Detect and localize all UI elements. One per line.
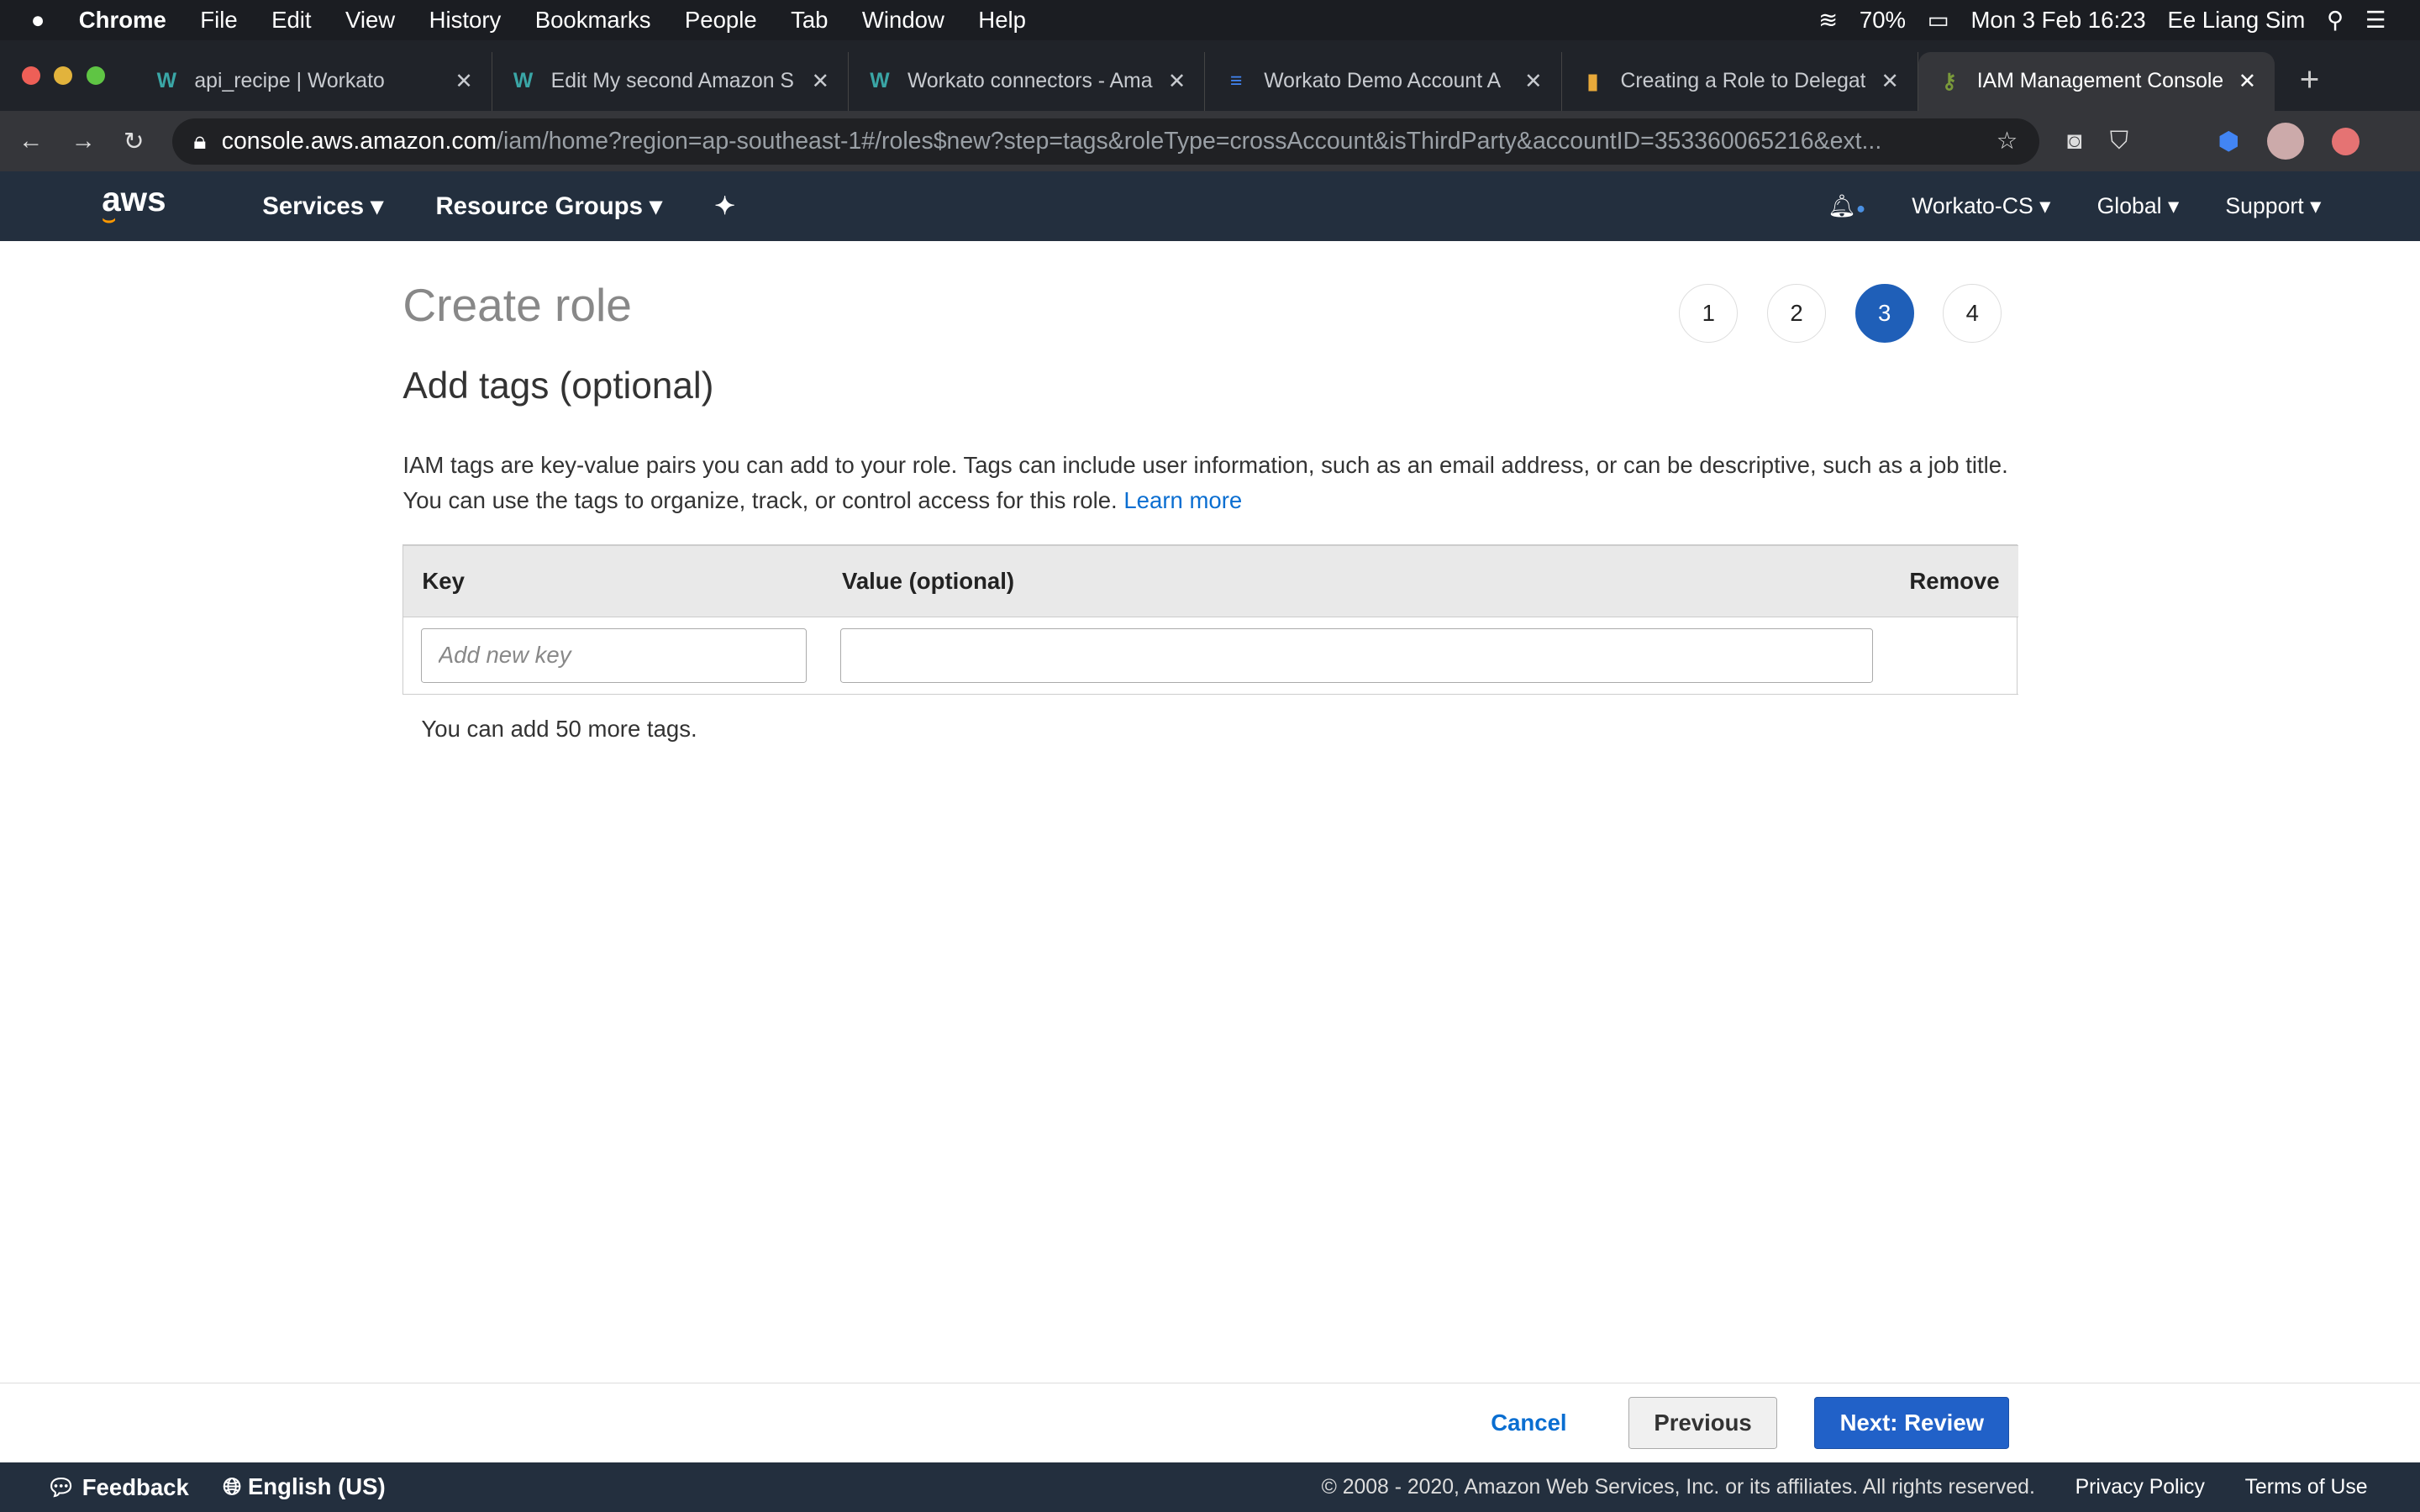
zoom-window-button[interactable] (86, 66, 105, 85)
pin-icon[interactable]: ✦ (714, 192, 735, 221)
menu-view[interactable]: View (345, 7, 395, 34)
column-key: Key (403, 545, 823, 617)
tab-strip: Wapi_recipe | Workato ✕ W Edit My second A… (0, 39, 2420, 112)
new-tab-button[interactable]: + (2300, 60, 2320, 99)
close-tab-icon[interactable]: ✕ (1168, 69, 1186, 94)
menu-app[interactable]: Chrome (79, 7, 166, 34)
remaining-tags-text: You can add 50 more tags. (421, 716, 697, 743)
key-icon: ⚷ (1941, 71, 1957, 94)
aws-logo[interactable]: aws ⌣ (102, 182, 194, 230)
globe-icon: 🌐︎ (223, 1473, 242, 1500)
battery-icon[interactable]: ▭ (1928, 7, 1949, 34)
next-review-button[interactable]: Next: Review (1814, 1396, 2010, 1450)
step-1[interactable]: 1 (1679, 283, 1739, 343)
step-4[interactable]: 4 (1943, 283, 2002, 343)
table-row (403, 617, 2018, 695)
wifi-icon[interactable]: ≋ (1818, 7, 1838, 34)
aws-navbar: aws ⌣ Services ▾ Resource Groups ▾ ✦ 🔔︎● … (0, 171, 2420, 241)
close-window-button[interactable] (21, 66, 40, 85)
camera-extension-icon[interactable]: ◙ (2067, 127, 2082, 155)
privacy-policy-link[interactable]: Privacy Policy (2075, 1476, 2205, 1499)
address-bar[interactable]: 🔒︎ console.aws.amazon.com/iam/home?region… (171, 118, 2039, 165)
menu-edit[interactable]: Edit (271, 7, 311, 34)
close-tab-icon[interactable]: ✕ (2238, 69, 2257, 94)
support-menu[interactable]: Support ▾ (2225, 193, 2321, 219)
shield-extension-icon[interactable]: ⛉ (2110, 127, 2128, 155)
close-tab-icon[interactable]: ✕ (812, 69, 830, 94)
back-icon[interactable]: ← (18, 127, 43, 155)
tab[interactable]: W Edit My second Amazon S ✕ (492, 52, 850, 112)
tab[interactable]: W Workato connectors - Ama ✕ (849, 52, 1206, 112)
workato-icon: W (513, 70, 534, 93)
menu-window[interactable]: Window (862, 7, 944, 34)
close-tab-icon[interactable]: ✕ (455, 69, 473, 94)
menu-help[interactable]: Help (978, 7, 1026, 34)
menu-bookmarks[interactable]: Bookmarks (535, 7, 651, 34)
privacy-extension-icon[interactable]: ⬢ (2217, 127, 2239, 156)
console-footer: 💬︎ Feedback 🌐︎ English (US) © 2008 - 202… (0, 1462, 2420, 1512)
menu-people[interactable]: People (685, 7, 757, 34)
terms-of-use-link[interactable]: Terms of Use (2245, 1476, 2368, 1499)
mac-menubar: ● Chrome File Edit View History Bookmark… (0, 0, 2420, 40)
tab[interactable]: Wapi_recipe | Workato ✕ (136, 52, 492, 112)
datetime[interactable]: Mon 3 Feb 16:23 (1970, 7, 2145, 34)
bell-icon[interactable]: 🔔︎● (1828, 192, 1865, 219)
wizard-footer: Cancel Previous Next: Review (0, 1382, 2420, 1463)
tags-table: Key Value (optional) Remove (403, 545, 2018, 695)
feedback-button[interactable]: 💬︎ Feedback (46, 1473, 189, 1501)
section-title: Add tags (optional) (402, 365, 714, 407)
apple-icon[interactable]: ● (31, 7, 45, 34)
workato-icon: W (870, 70, 890, 93)
region-menu[interactable]: Global ▾ (2097, 193, 2180, 219)
menu-file[interactable]: File (200, 7, 237, 34)
profile-avatar[interactable] (2267, 123, 2305, 160)
spotlight-icon[interactable]: ⚲ (2327, 7, 2344, 34)
language-selector[interactable]: 🌐︎ English (US) (223, 1473, 385, 1501)
bookmark-star-icon[interactable]: ☆ (1996, 127, 2018, 155)
lock-icon: 🔒︎ (193, 127, 207, 155)
tag-key-input[interactable] (420, 628, 807, 683)
toolbar: ← → ↻ 🔒︎ console.aws.amazon.com/iam/home?… (0, 111, 2420, 171)
tab[interactable]: ≡ Workato Demo Account A ✕ (1205, 52, 1562, 112)
google-docs-icon: ≡ (1229, 70, 1243, 93)
account-menu[interactable]: Workato-CS ▾ (1912, 193, 2050, 219)
description: IAM tags are key-value pairs you can add… (402, 451, 2008, 513)
menu-history[interactable]: History (429, 7, 502, 34)
step-2[interactable]: 2 (1767, 283, 1826, 343)
column-value: Value (optional) (823, 545, 1891, 617)
copyright: © 2008 - 2020, Amazon Web Services, Inc.… (1321, 1475, 2035, 1499)
wizard-steps: 1 2 3 4 (1679, 283, 2002, 343)
tab[interactable]: ▮ Creating a Role to Delegat ✕ (1562, 52, 1919, 112)
minimize-window-button[interactable] (54, 66, 73, 85)
aws-docs-icon: ▮ (1586, 71, 1599, 94)
menu-tab[interactable]: Tab (791, 7, 828, 34)
step-3[interactable]: 3 (1854, 283, 1914, 343)
workato-icon: W (156, 70, 177, 93)
reload-icon[interactable]: ↻ (124, 127, 145, 156)
close-tab-icon[interactable]: ✕ (1881, 69, 1899, 94)
notification-center-icon[interactable]: ☰ (2365, 7, 2386, 34)
close-tab-icon[interactable]: ✕ (1524, 69, 1543, 94)
user-name[interactable]: Ee Liang Sim (2167, 7, 2305, 34)
update-icon[interactable] (2332, 127, 2360, 155)
services-menu[interactable]: Services ▾ (262, 192, 383, 221)
column-remove: Remove (1891, 545, 2018, 617)
forward-icon[interactable]: → (71, 127, 95, 155)
learn-more-link[interactable]: Learn more (1123, 487, 1242, 513)
tab-active[interactable]: ⚷ IAM Management Console ✕ (1918, 52, 2275, 112)
previous-button[interactable]: Previous (1628, 1396, 1778, 1450)
resource-groups-menu[interactable]: Resource Groups ▾ (435, 192, 661, 221)
battery-percent: 70% (1859, 6, 1907, 33)
tag-value-input[interactable] (840, 628, 1873, 683)
cancel-button[interactable]: Cancel (1466, 1397, 1591, 1449)
